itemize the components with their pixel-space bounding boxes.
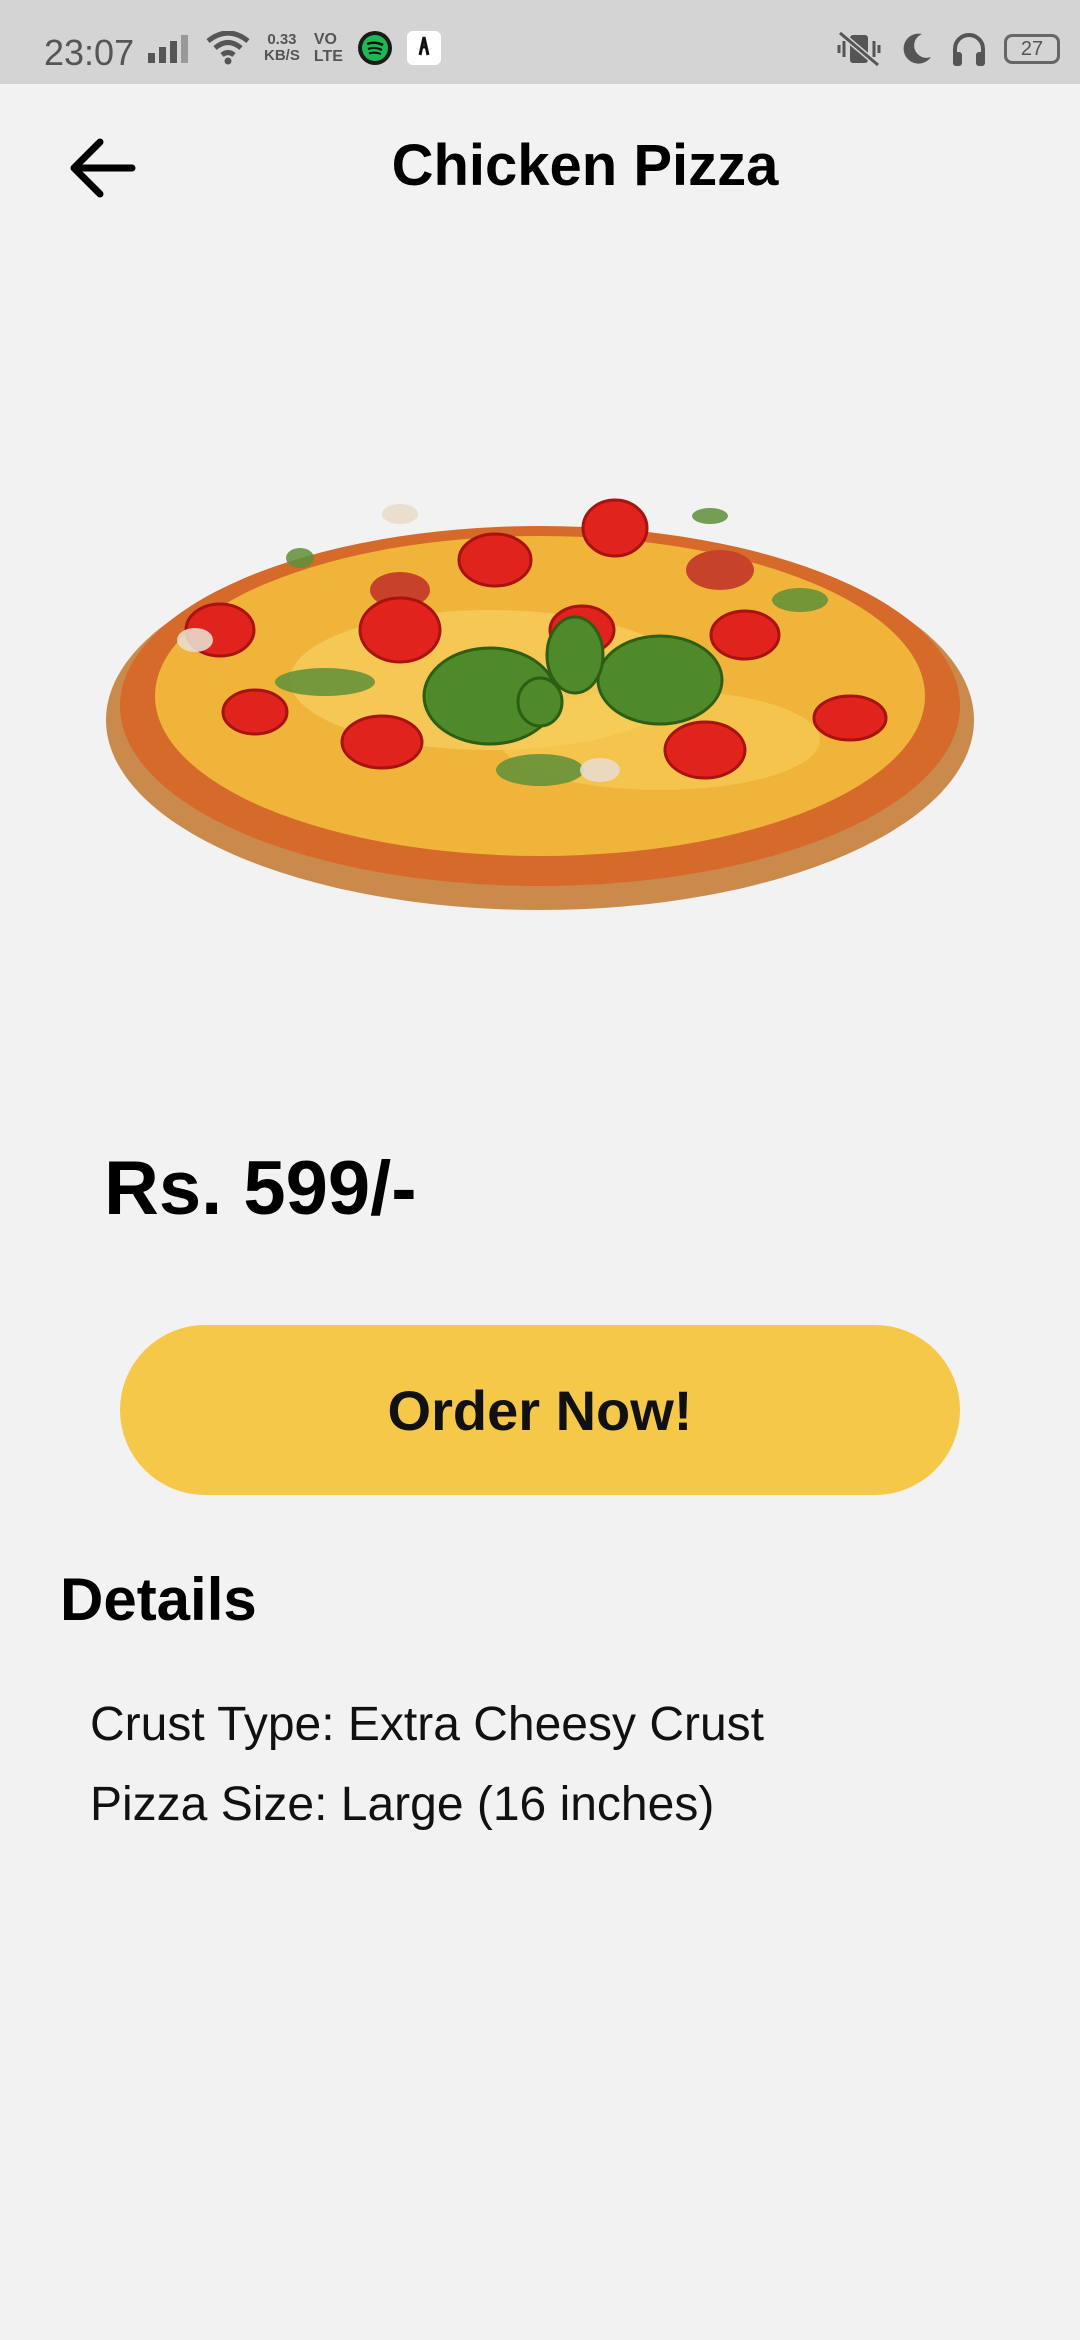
mute-vibrate-icon	[837, 31, 881, 67]
status-right-icons: 27	[836, 30, 1060, 68]
volte-bottom: LTE	[313, 48, 343, 65]
pizza-image	[106, 498, 974, 910]
details-heading: Details	[60, 1566, 257, 1633]
app-header: Chicken Pizza	[0, 84, 1080, 244]
moon-icon	[903, 33, 931, 64]
speed-value: 0.33	[267, 31, 297, 48]
detail-crust-type: Crust Type: Extra Cheesy Crust	[90, 1698, 765, 1751]
status-bar: 23:07 0.33 KB/S VO LTE 27	[0, 0, 1080, 84]
order-now-button[interactable]: Order Now!	[120, 1325, 960, 1495]
headphones-icon	[953, 33, 985, 66]
app-icon	[406, 31, 441, 65]
details-list: Crust Type: Extra Cheesy Crust Pizza Siz…	[90, 1685, 764, 1845]
wifi-icon	[206, 31, 250, 65]
price: Rs. 599/-	[104, 1146, 417, 1231]
volte-indicator: VO LTE	[314, 31, 343, 65]
detail-pizza-size: Pizza Size: Large (16 inches)	[90, 1778, 715, 1831]
speed-unit: KB/S	[264, 47, 300, 64]
page-title: Chicken Pizza	[391, 133, 779, 198]
battery-icon: 27	[1004, 34, 1060, 64]
volte-top: VO	[313, 31, 337, 48]
spotify-icon	[357, 31, 392, 65]
network-speed: 0.33 KB/S	[264, 32, 300, 64]
status-time: 23:07	[44, 32, 135, 73]
status-left-icons: 0.33 KB/S VO LTE	[148, 30, 441, 66]
signal-icon	[148, 35, 188, 63]
